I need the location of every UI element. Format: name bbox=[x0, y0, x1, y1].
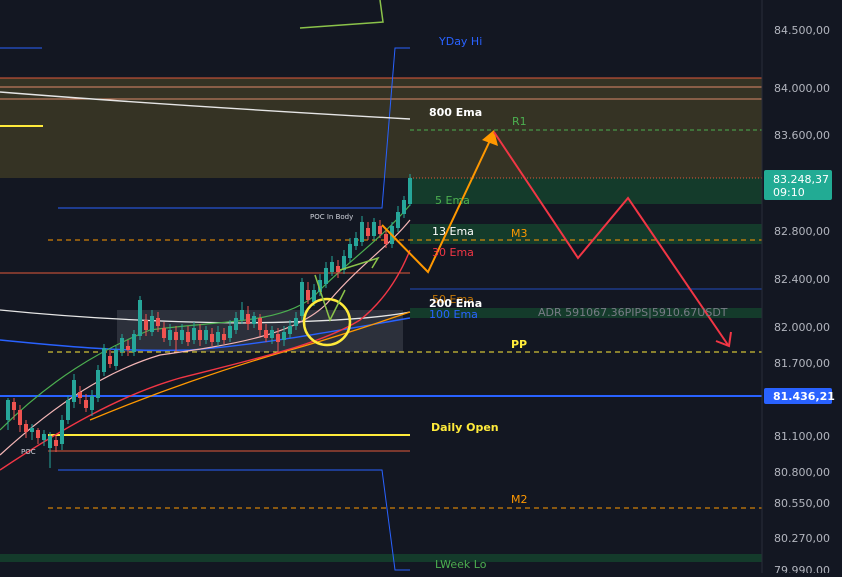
label-adr: ADR 591067.36PIPS|5910.67USDT bbox=[538, 306, 728, 319]
marked-price-label: 81.436,21 bbox=[773, 390, 835, 403]
candle-body bbox=[192, 328, 196, 340]
candle-body bbox=[294, 318, 298, 326]
label-poc-in-body: POC In Body bbox=[310, 213, 353, 221]
label-13-ema: 13 Ema bbox=[432, 225, 474, 238]
label-daily-open: Daily Open bbox=[431, 421, 499, 434]
label-m3: M3 bbox=[511, 227, 528, 240]
candle-body bbox=[162, 328, 166, 338]
price-tick-label: 80.550,00 bbox=[774, 497, 830, 510]
candle-body bbox=[384, 234, 388, 244]
candle-body bbox=[156, 318, 160, 326]
candle-body bbox=[174, 332, 178, 340]
label-r1: R1 bbox=[512, 115, 527, 128]
label-pp: PP bbox=[511, 338, 527, 351]
label-100-ema: 100 Ema bbox=[429, 308, 478, 321]
candle-body bbox=[348, 244, 352, 258]
label-lweek-lo: LWeek Lo bbox=[435, 558, 487, 571]
candle-body bbox=[228, 326, 232, 338]
label-yday-hi: YDay Hi bbox=[438, 35, 482, 48]
candle-body bbox=[186, 332, 190, 342]
candle-body bbox=[180, 330, 184, 340]
price-tick-label: 84.500,00 bbox=[774, 24, 830, 37]
candle-body bbox=[258, 318, 262, 330]
price-tick-label: 84.000,00 bbox=[774, 82, 830, 95]
candle-body bbox=[234, 318, 238, 330]
candle-body bbox=[306, 290, 310, 300]
label-30-ema: 30 Ema bbox=[432, 246, 474, 259]
countdown-label: 09:10 bbox=[773, 186, 805, 199]
candle-body bbox=[18, 410, 22, 425]
candle-body bbox=[60, 420, 64, 444]
trading-chart[interactable]: YDay Hi 800 Ema R1 5 Ema POC In Body 13 … bbox=[0, 0, 842, 577]
candle-body bbox=[36, 430, 40, 438]
candle-body bbox=[108, 356, 112, 364]
candle-body bbox=[42, 434, 46, 440]
candle-body bbox=[336, 266, 340, 272]
candle-body bbox=[276, 334, 280, 342]
candle-body bbox=[138, 300, 142, 336]
label-poc: POC bbox=[21, 448, 36, 456]
candle-body bbox=[204, 330, 208, 340]
price-tick-label: 80.270,00 bbox=[774, 532, 830, 545]
price-tick-label: 82.000,00 bbox=[774, 321, 830, 334]
candle-body bbox=[24, 424, 28, 432]
candle-body bbox=[288, 326, 292, 334]
green-band-bottom bbox=[0, 554, 762, 562]
candle-body bbox=[144, 320, 148, 330]
candle-body bbox=[48, 436, 52, 448]
candle-body bbox=[216, 332, 220, 342]
candle-body bbox=[378, 226, 382, 234]
candle-body bbox=[402, 200, 406, 214]
candle-body bbox=[168, 330, 172, 340]
candle-body bbox=[354, 238, 358, 246]
candle-body bbox=[132, 334, 136, 352]
chart-canvas[interactable]: YDay Hi 800 Ema R1 5 Ema POC In Body 13 … bbox=[0, 0, 842, 577]
candle-body bbox=[264, 330, 268, 338]
candle-body bbox=[120, 338, 124, 352]
current-price-label: 83.248,37 bbox=[773, 173, 829, 186]
candle-body bbox=[360, 222, 364, 242]
price-tick-label: 80.800,00 bbox=[774, 466, 830, 479]
candle-body bbox=[102, 348, 106, 372]
label-800-ema: 800 Ema bbox=[429, 106, 482, 119]
candle-body bbox=[366, 228, 370, 236]
candle-body bbox=[198, 330, 202, 340]
candle-body bbox=[222, 334, 226, 340]
candle-body bbox=[12, 402, 16, 410]
candle-body bbox=[66, 400, 70, 420]
candle-body bbox=[330, 262, 334, 272]
resistance-zone bbox=[0, 78, 762, 178]
price-tick-label: 81.100,00 bbox=[774, 430, 830, 443]
candle-body bbox=[126, 346, 130, 350]
candle-body bbox=[84, 400, 88, 408]
candle-body bbox=[252, 316, 256, 324]
candle-body bbox=[96, 370, 100, 398]
price-tick-label: 79.990,00 bbox=[774, 564, 830, 573]
candle-body bbox=[300, 282, 304, 316]
candle-body bbox=[30, 428, 34, 432]
candle-body bbox=[54, 440, 58, 446]
price-tick-label: 81.700,00 bbox=[774, 357, 830, 370]
candle-body bbox=[150, 316, 154, 332]
candle-body bbox=[114, 350, 118, 366]
candle-body bbox=[6, 400, 10, 420]
candle-body bbox=[78, 392, 82, 398]
candle-body bbox=[312, 290, 316, 302]
candle-body bbox=[240, 310, 244, 320]
candle-body bbox=[210, 334, 214, 342]
candle-body bbox=[90, 396, 94, 410]
candle-body bbox=[372, 222, 376, 236]
candle-body bbox=[396, 212, 400, 228]
candle-body bbox=[72, 380, 76, 402]
candle-body bbox=[246, 314, 250, 324]
label-5-ema: 5 Ema bbox=[435, 194, 470, 207]
candle-body bbox=[324, 268, 328, 284]
price-tick-label: 83.600,00 bbox=[774, 129, 830, 142]
price-tick-label: 82.800,00 bbox=[774, 225, 830, 238]
candle-body bbox=[282, 332, 286, 340]
candle-body bbox=[270, 330, 274, 338]
price-tick-label: 82.400,00 bbox=[774, 273, 830, 286]
candle-body bbox=[408, 178, 412, 204]
label-m2: M2 bbox=[511, 493, 528, 506]
